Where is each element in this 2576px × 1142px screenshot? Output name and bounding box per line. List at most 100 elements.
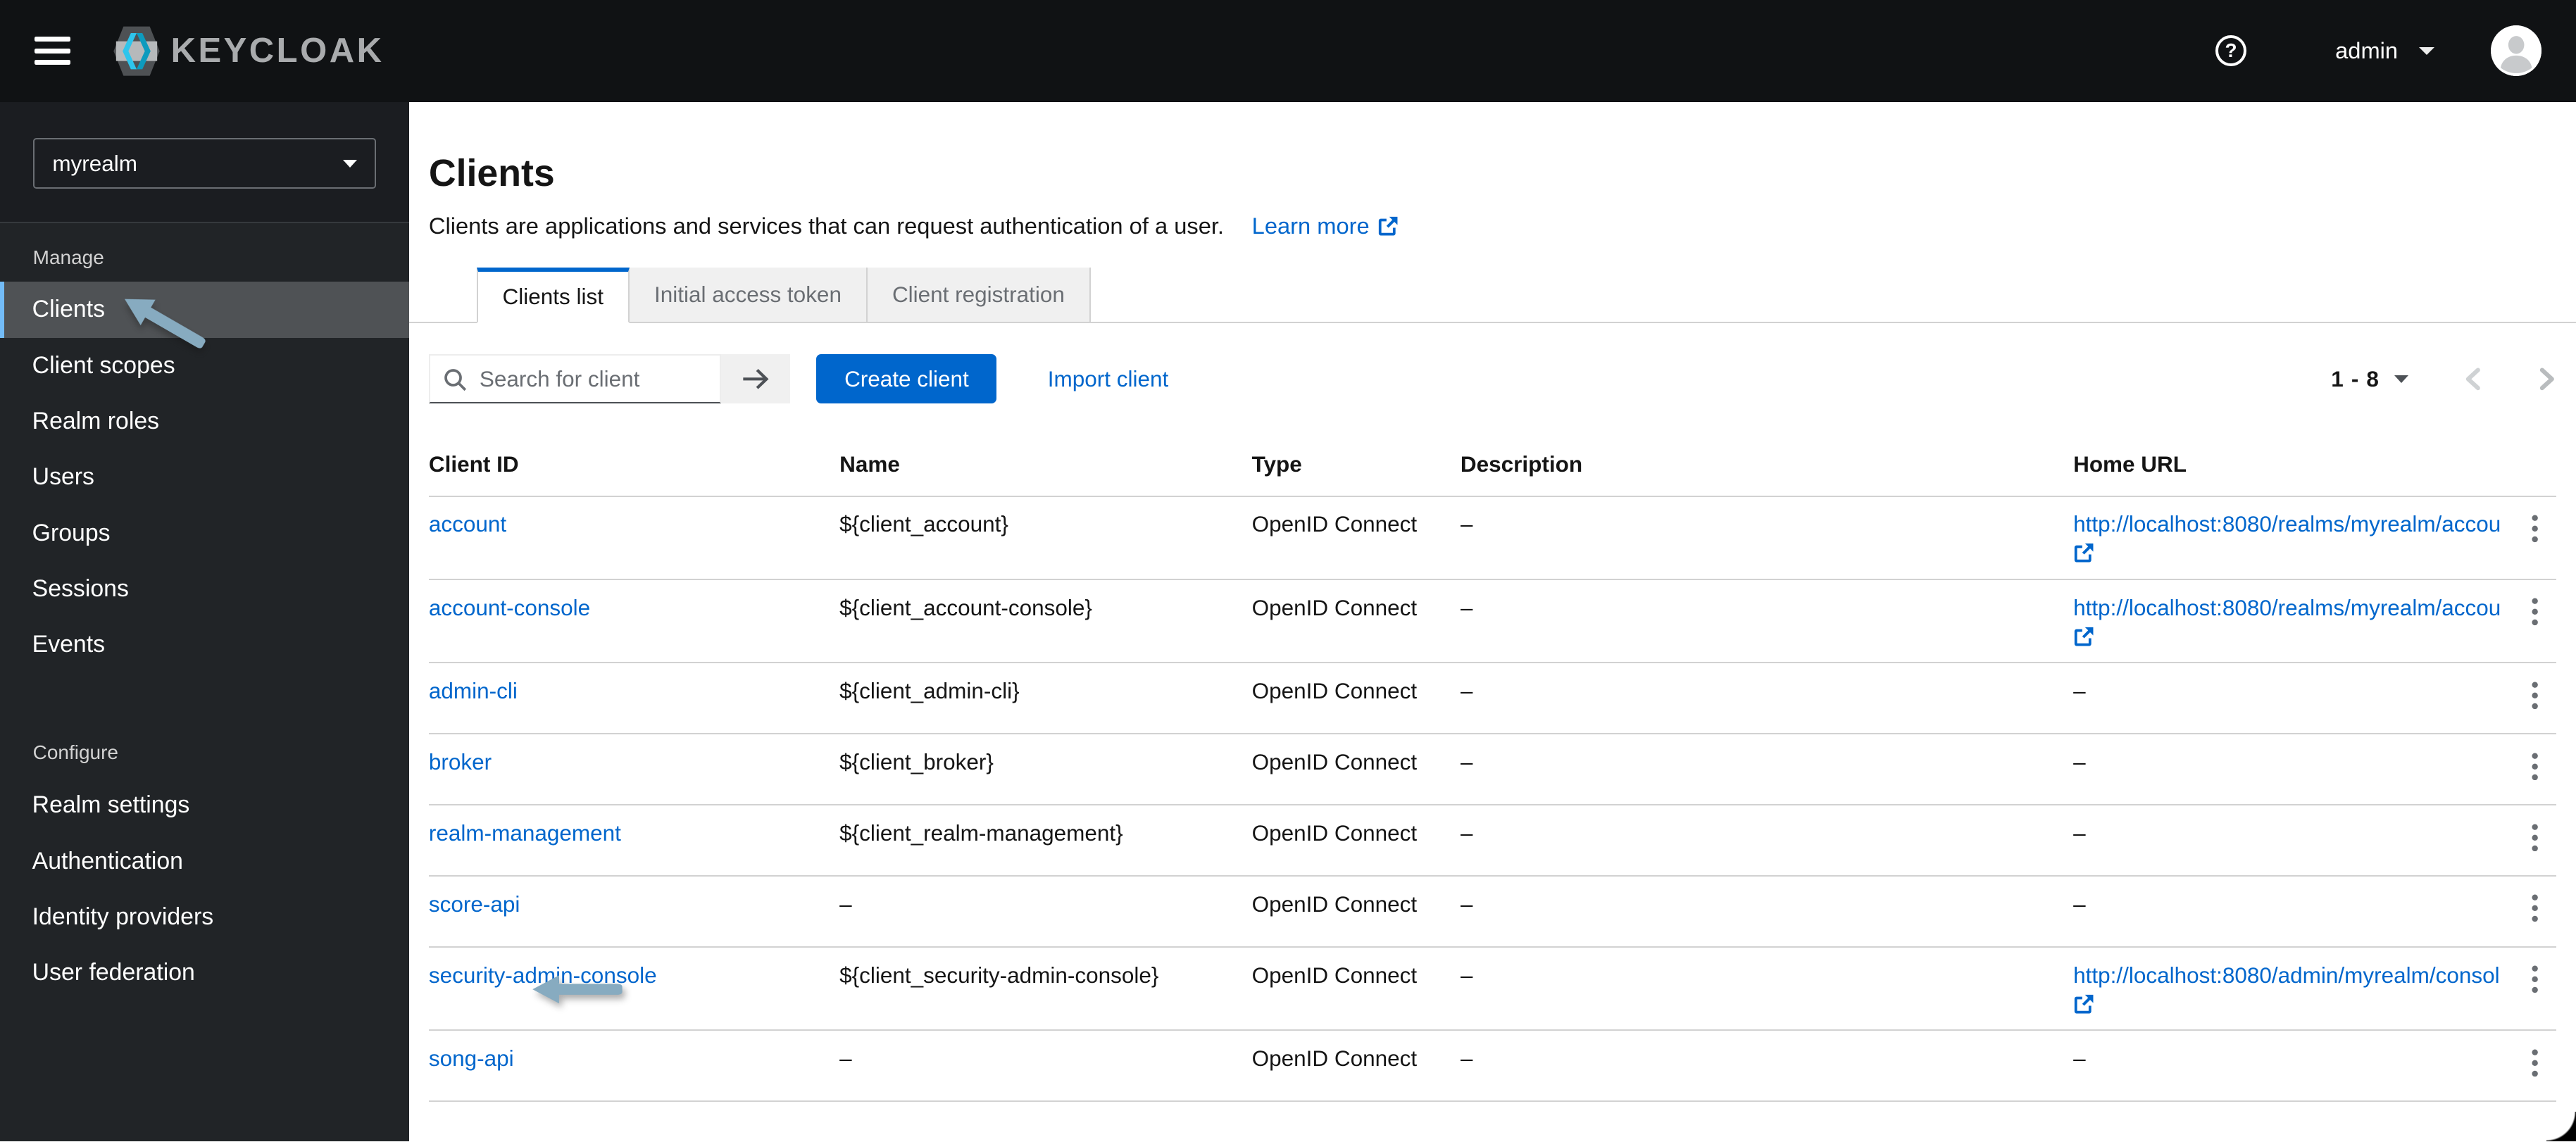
client-home-url: http://localhost:8080/admin/myrealm/cons… (2073, 946, 2501, 1031)
tab-client-registration[interactable]: Client registration (867, 267, 1091, 322)
client-home-url: http://localhost:8080/realms/myrealm/acc… (2073, 579, 2501, 664)
column-header-home-url: Home URL (2073, 431, 2501, 497)
kebab-menu-button[interactable] (2523, 962, 2546, 1003)
tabs: Clients list Initial access token Client… (408, 267, 2576, 324)
table-row-realm-management: realm-management ${client_realm-manageme… (428, 804, 2557, 877)
sidebar-item-sessions[interactable]: Sessions (0, 561, 409, 617)
kebab-menu-button[interactable] (2523, 678, 2546, 718)
client-type: OpenID Connect (1251, 496, 1461, 580)
page-header: Clients Clients are applications and ser… (409, 102, 2576, 240)
sidebar-item-user-federation[interactable]: User federation (0, 945, 409, 1000)
table-row-song-api: song-api – OpenID Connect – – (428, 1030, 2557, 1102)
pagination-next-button[interactable] (2538, 368, 2556, 391)
user-menu-dropdown[interactable]: admin (2335, 37, 2435, 64)
client-home-url: – (2073, 1030, 2501, 1102)
client-type: OpenID Connect (1251, 1030, 1461, 1102)
hamburger-menu-button[interactable] (34, 37, 71, 65)
sidebar-item-groups[interactable]: Groups (0, 505, 409, 560)
sidebar-item-identity-providers[interactable]: Identity providers (0, 889, 409, 945)
masthead-actions: ? admin (2215, 25, 2542, 77)
kebab-menu-button[interactable] (2523, 749, 2546, 789)
arrow-right-icon (743, 368, 769, 389)
nav-section: Manage Clients Client scopes Realm roles… (0, 230, 409, 672)
sidebar-item-label: Clients (32, 296, 106, 323)
sidebar-item-users[interactable]: Users (0, 449, 409, 505)
page-title: Clients (428, 151, 555, 194)
sidebar-item-client-scopes[interactable]: Client scopes (0, 338, 409, 394)
column-header-type: Type (1251, 431, 1461, 497)
client-type: OpenID Connect (1251, 804, 1461, 877)
home-url-link[interactable]: http://localhost:8080/realms/myrealm/acc… (2073, 511, 2501, 537)
pagination-range-dropdown[interactable]: 1 - 8 (2331, 366, 2409, 392)
client-id-link[interactable]: realm-management (429, 820, 621, 846)
sidebar-item-label: Users (32, 463, 94, 491)
avatar[interactable] (2490, 25, 2542, 77)
client-name: ${client_account-console} (839, 579, 1252, 664)
import-client-link[interactable]: Import client (1048, 366, 1168, 392)
page-description: Clients are applications and services th… (429, 213, 2537, 239)
kebab-menu-button[interactable] (2523, 820, 2546, 860)
sidebar-item-label: Identity providers (32, 903, 214, 930)
kebab-menu-button[interactable] (2523, 1046, 2546, 1086)
table-row-admin-cli: admin-cli ${client_admin-cli} OpenID Con… (428, 663, 2557, 734)
clients-table: Client ID Name Type Description Home URL… (428, 431, 2557, 1102)
kebab-icon (2532, 753, 2538, 780)
nav-section: Configure Realm settings Authentication … (0, 725, 409, 1000)
tab-clients-list[interactable]: Clients list (476, 267, 630, 324)
home-url-link[interactable]: http://localhost:8080/admin/myrealm/cons… (2073, 962, 2501, 988)
tab-initial-access-token[interactable]: Initial access token (629, 267, 868, 322)
sidebar-item-label: Groups (32, 519, 111, 546)
client-id-link[interactable]: security-admin-console (429, 962, 657, 988)
client-id-link[interactable]: account (429, 511, 506, 537)
kebab-menu-button[interactable] (2523, 595, 2546, 635)
pagination-prev-button[interactable] (2464, 368, 2482, 391)
client-id-link[interactable]: score-api (429, 891, 520, 917)
client-description: – (1460, 733, 2074, 805)
sidebar-item-events[interactable]: Events (0, 617, 409, 672)
sidebar-item-clients[interactable]: Clients (0, 282, 409, 338)
search-submit-button[interactable] (721, 354, 791, 404)
client-home-url: – (2073, 663, 2501, 734)
toolbar: Create client Import client 1 - 8 (428, 354, 2556, 404)
sidebar: myrealm Manage Clients Client scopes Rea… (0, 101, 409, 1142)
kebab-icon (2532, 682, 2538, 709)
client-description: – (1460, 663, 2074, 734)
nav-section-label: Configure (32, 741, 118, 764)
client-id-link[interactable]: broker (429, 749, 492, 774)
client-id-link[interactable]: admin-cli (429, 678, 518, 703)
kebab-icon (2532, 894, 2538, 922)
main-content: Clients Clients are applications and ser… (408, 101, 2576, 1142)
search-input[interactable] (428, 354, 722, 404)
client-name: – (839, 1030, 1252, 1102)
client-type: OpenID Connect (1251, 579, 1461, 664)
table-row-score-api: score-api – OpenID Connect – – (428, 875, 2557, 948)
client-description: – (1460, 496, 2074, 580)
kebab-menu-button[interactable] (2523, 891, 2546, 931)
kebab-menu-button[interactable] (2523, 511, 2546, 551)
home-url-link[interactable]: http://localhost:8080/realms/myrealm/acc… (2073, 595, 2501, 620)
kebab-icon (2532, 824, 2538, 851)
client-name: ${client_broker} (839, 733, 1252, 805)
client-home-url: http://localhost:8080/realms/myrealm/acc… (2073, 496, 2501, 580)
client-id-link[interactable]: song-api (429, 1046, 514, 1071)
sidebar-item-label: Realm roles (32, 408, 160, 434)
sidebar-item-realm-roles[interactable]: Realm roles (0, 394, 409, 449)
external-link-icon (1379, 216, 1398, 236)
client-home-url: – (2073, 733, 2501, 805)
chevron-down-icon (342, 159, 357, 168)
realm-selector[interactable]: myrealm (32, 137, 377, 189)
kebab-icon (2532, 1049, 2538, 1077)
realm-selector-area: myrealm (0, 101, 409, 223)
sidebar-item-realm-settings[interactable]: Realm settings (0, 777, 409, 833)
sidebar-item-authentication[interactable]: Authentication (0, 833, 409, 889)
username: admin (2335, 37, 2399, 64)
client-name: ${client_security-admin-console} (839, 946, 1252, 1031)
create-client-button[interactable]: Create client (816, 354, 997, 404)
help-icon[interactable]: ? (2215, 35, 2247, 67)
external-link-icon (2074, 544, 2094, 563)
client-id-link[interactable]: account-console (429, 595, 590, 620)
search-icon (444, 368, 467, 398)
client-name: ${client_account} (839, 496, 1252, 580)
learn-more-link[interactable]: Learn more (1252, 213, 1399, 239)
client-description: – (1460, 875, 2074, 948)
